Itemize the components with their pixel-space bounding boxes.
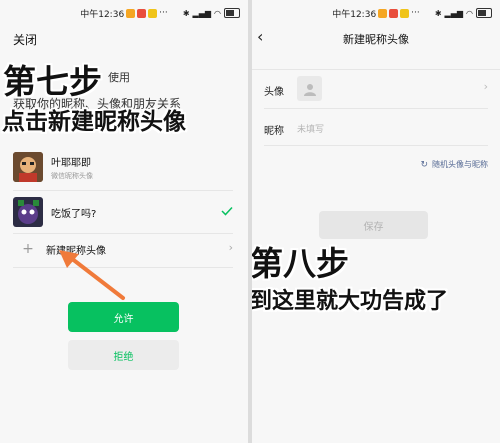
random-avatar-nickname-link[interactable]: ↻ 随机头像与昵称 [420,159,488,170]
account-option[interactable]: 叶耶耶即 微信昵称头像 [13,147,233,187]
plus-icon: + [22,241,34,257]
save-button[interactable]: 保存 [319,211,428,239]
app-icon [389,8,399,18]
page-title: 新建昵称头像 [343,33,409,46]
app-icon [400,8,410,18]
random-avatar-nickname-label: 随机头像与昵称 [432,160,488,169]
avatar [13,197,43,227]
chevron-right-icon: › [483,80,488,93]
step-seven-title: 第七步 [3,62,102,101]
status-time: 中午12:36 [332,9,377,20]
nickname-input[interactable]: 未填写 [297,122,324,135]
nickname-label: 昵称 [264,126,284,137]
chevron-right-icon: › [228,241,233,254]
check-icon [221,206,233,216]
signal-icon: ▂▄▆ [444,8,464,18]
wifi-icon: ◠ [466,8,473,18]
battery-icon [224,8,240,18]
default-avatar-icon [303,83,316,96]
account-option-selected[interactable]: 吃饭了吗? [13,192,233,232]
divider [264,145,488,146]
bluetooth-icon: ✱ [182,8,190,18]
account-name: 叶耶耶即 [51,157,91,169]
more-icon: ··· [159,8,168,18]
avatar-label: 头像 [264,87,284,98]
battery-icon [476,8,492,18]
right-screen: 中午12:36 ··· ✱ ▂▄▆ ◠ ‹ 新建昵称头像 头像 › 昵称 未填写… [252,0,500,443]
divider [264,108,488,109]
left-screen: 中午12:36 ··· ✱ ▂▄▆ ◠ 关闭 使用 获取你的昵称、头像和朋友关系… [0,0,248,443]
account-sub: 微信昵称头像 [51,171,93,180]
app-icon [137,8,147,18]
divider [13,190,233,191]
step-eight-title: 第八步 [252,244,349,283]
signal-icon: ▂▄▆ [192,8,212,18]
close-button[interactable]: 关闭 [13,31,37,48]
notification-icon [378,8,388,18]
status-time: 中午12:36 [80,9,125,20]
system-icons: ✱ ▂▄▆ ◠ [435,8,492,18]
notification-icon [126,8,136,18]
step-seven-subtitle: 点击新建昵称头像 [2,109,186,135]
more-icon: ··· [411,8,420,18]
avatar [13,152,43,182]
refresh-icon: ↻ [420,159,428,170]
permission-text: 使用 [108,71,130,84]
status-bar: 中午12:36 ··· ✱ ▂▄▆ ◠ [0,0,248,26]
divider [252,69,500,70]
wifi-icon: ◠ [214,8,221,18]
account-name: 吃饭了吗? [51,208,97,220]
step-eight-subtitle: 到这里就大功告成了 [252,289,449,314]
avatar-picker[interactable] [297,76,322,101]
system-icons: ✱ ▂▄▆ ◠ [183,8,240,18]
app-icon [148,8,158,18]
allow-button[interactable]: 允许 [68,302,179,332]
annotation-arrow [59,250,125,300]
reject-button[interactable]: 拒绝 [68,340,179,370]
status-bar: 中午12:36 ··· ✱ ▂▄▆ ◠ [252,0,500,26]
bluetooth-icon: ✱ [434,8,442,18]
